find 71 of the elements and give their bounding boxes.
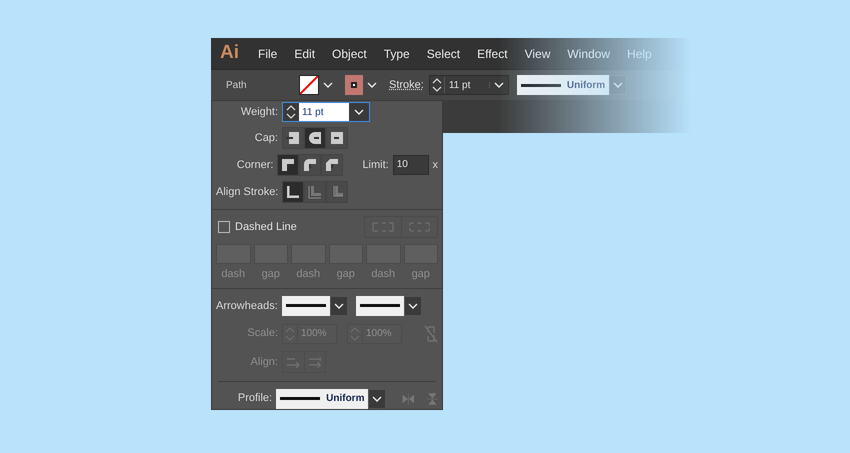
stroke-label[interactable]: Stroke: — [389, 76, 424, 94]
limit-unit: x — [432, 158, 438, 173]
stroke-line-icon — [286, 304, 326, 308]
inside-icon — [307, 184, 323, 200]
menu-item[interactable]: Select — [426, 44, 460, 62]
chevron-down-icon — [372, 396, 382, 402]
menu-item[interactable]: Edit — [294, 44, 316, 62]
menu-item[interactable]: Effect — [477, 44, 508, 62]
menu-item[interactable]: File — [258, 44, 278, 62]
limit-field[interactable]: 10 — [392, 154, 428, 175]
stroke-line-icon — [520, 84, 561, 86]
app-logo: Ai — [220, 41, 239, 66]
limit-label: Limit: — [362, 158, 389, 173]
menu-item[interactable]: Type — [384, 44, 410, 62]
bevel-icon — [324, 156, 340, 173]
chevron-down-icon — [408, 302, 418, 309]
butt-icon — [285, 130, 301, 146]
stroke-color-swatch[interactable] — [345, 75, 363, 95]
dashed-line-checkbox[interactable] — [218, 220, 230, 233]
outside-option-button[interactable] — [326, 180, 348, 203]
dash-gap-label: dash — [371, 266, 396, 282]
weight-label: Weight: — [240, 105, 278, 120]
menu-item[interactable]: Object — [332, 44, 367, 62]
spinner-arrows-icon — [432, 77, 442, 93]
dash-gap-label: dash — [296, 266, 320, 282]
center-icon — [285, 184, 301, 200]
dropdown-button[interactable] — [368, 388, 386, 409]
round-icon — [307, 130, 323, 146]
chevron-down-icon — [613, 82, 624, 88]
projecting-option-button[interactable] — [326, 126, 348, 149]
chevron-down-icon — [323, 82, 333, 88]
round-option-button[interactable] — [304, 126, 326, 149]
selection-label: Path — [225, 78, 248, 92]
center-option-button[interactable] — [282, 180, 304, 203]
spinner-arrows-icon — [350, 326, 360, 342]
round-icon — [302, 156, 318, 173]
end-arrowhead-dropdown[interactable] — [356, 296, 404, 316]
spinner-arrows-icon — [286, 104, 296, 120]
spinner-arrows-icon — [285, 326, 295, 342]
dash-gap-label: dash — [221, 266, 246, 282]
corner-label: Corner: — [236, 158, 274, 173]
align-label: Align: — [249, 354, 278, 370]
weight-field[interactable]: 11 pt — [282, 102, 370, 122]
projecting-icon — [329, 130, 345, 146]
dash-gap-label: gap — [412, 266, 430, 282]
dropdown-button[interactable] — [330, 296, 348, 316]
profile-dropdown[interactable]: Uniform — [276, 388, 368, 409]
chevron-down-icon — [354, 109, 364, 116]
arrowheads-label: Arrowheads: — [216, 298, 278, 314]
chevron-down-icon — [367, 82, 377, 88]
stroke-weight-field[interactable]: 11 pt — [428, 75, 509, 95]
miter-icon — [280, 156, 296, 173]
chevron-down-icon — [334, 302, 344, 309]
bevel-option-button[interactable] — [321, 154, 344, 176]
dash-gap-label: gap — [262, 266, 280, 282]
stroke-line-icon — [360, 304, 400, 308]
cap-label: Cap: — [254, 130, 278, 146]
stroke-line-icon — [280, 397, 320, 400]
dash-gap-label: gap — [336, 266, 355, 282]
profile-label: Profile: — [236, 391, 272, 406]
no-fill-icon[interactable] — [300, 76, 318, 94]
chevron-down-icon — [494, 82, 504, 88]
start-arrowhead-dropdown[interactable] — [282, 296, 330, 316]
dashed-line-label: Dashed Line — [235, 220, 298, 235]
miter-option-button[interactable] — [277, 154, 300, 176]
align-stroke-label: Align Stroke: — [216, 184, 278, 200]
round-option-button[interactable] — [299, 154, 322, 176]
scale-label: Scale: — [246, 326, 278, 342]
menu-item[interactable]: View — [524, 44, 550, 62]
dropdown-button[interactable] — [404, 296, 422, 316]
butt-option-button[interactable] — [282, 126, 304, 149]
